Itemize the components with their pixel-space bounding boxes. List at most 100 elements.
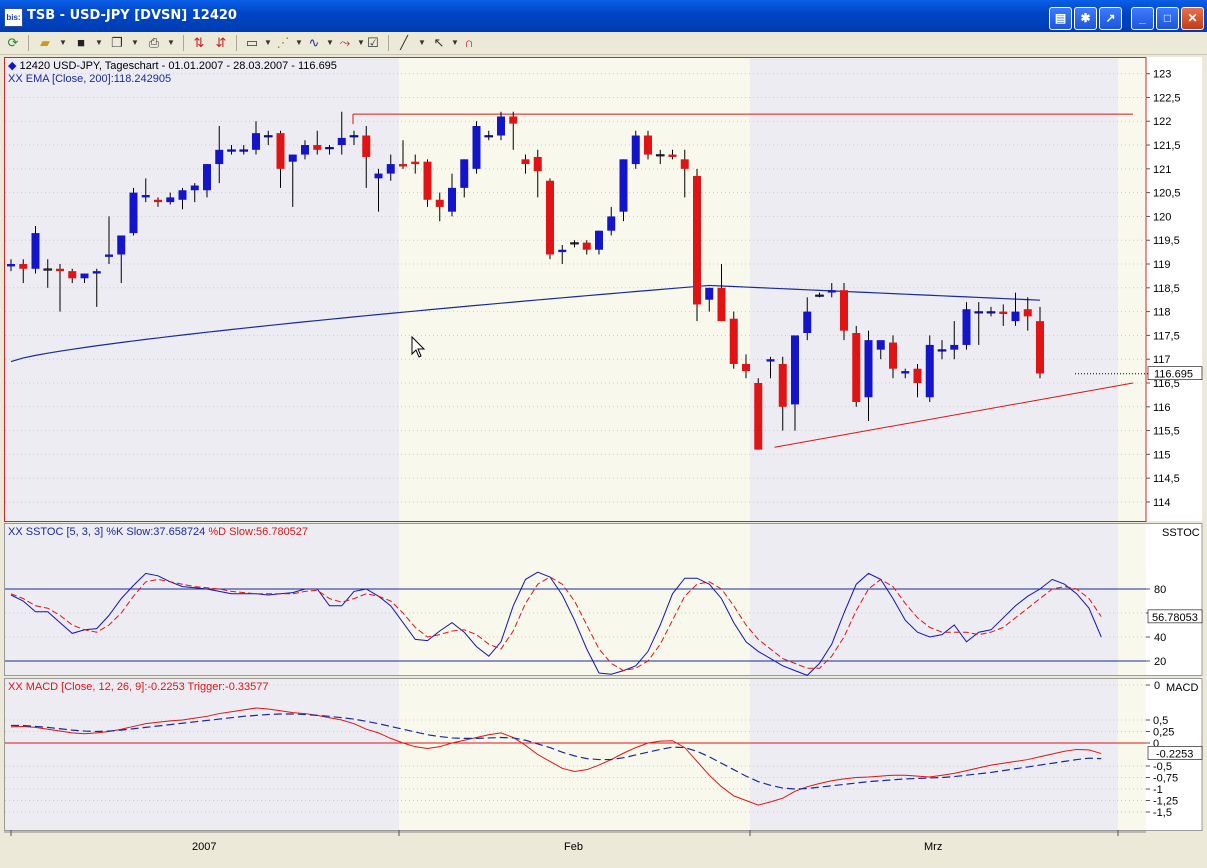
candle-up [937, 349, 947, 352]
sstoc-current-label: 56.78053 [1152, 612, 1198, 624]
candle-up [705, 287, 714, 300]
candle-up [43, 268, 53, 271]
candle-up [117, 235, 126, 255]
candle-down [852, 333, 861, 403]
candle-down [729, 318, 738, 364]
sstoc-tick-label: 40 [1154, 632, 1166, 644]
time-axis-background [4, 832, 1202, 854]
candle-up [7, 264, 15, 267]
candle-up [1011, 311, 1020, 322]
candle-up [252, 133, 260, 150]
candle-up [497, 116, 505, 136]
candle-down [754, 382, 763, 450]
candle-up [595, 230, 603, 250]
macd-legend: XX MACD [Close, 12, 26, 9]:-0.2253 Trigg… [8, 681, 269, 693]
candle-down [668, 154, 677, 157]
sstoc-axis-title: SSTOC [1162, 527, 1200, 539]
macd-tick-label: -1,25 [1153, 796, 1178, 808]
month-highlight [399, 678, 750, 830]
macd-current-label: -0.2253 [1156, 748, 1193, 760]
time-label: 2007 [192, 841, 216, 853]
price-tick-label: 114,5 [1153, 473, 1180, 485]
candle-down [644, 135, 652, 155]
macd-tick-label: -0,5 [1153, 761, 1172, 773]
price-tick-label: 121,5 [1153, 140, 1181, 152]
candle-down [1023, 309, 1032, 317]
price-legend-text: 12420 USD-JPY, Tageschart - 01.01.2007 -… [19, 60, 337, 72]
candle-up [974, 311, 984, 314]
sstoc-tick-label: 80 [1154, 584, 1166, 596]
candle-up [864, 340, 873, 398]
price-tick-label: 114 [1153, 497, 1171, 509]
candle-up [925, 344, 934, 398]
candle-up [986, 311, 996, 314]
month-highlight [399, 523, 750, 675]
candle-down [276, 133, 285, 169]
price-tick-label: 119,5 [1153, 235, 1180, 247]
time-label: Feb [564, 841, 583, 853]
price-tick-label: 122 [1153, 116, 1171, 128]
chart-canvas[interactable]: 123 122,5 122 121,5 121 120,5 120 119,5 119 118,5… [0, 0, 1207, 868]
candle-up [288, 154, 297, 162]
candle-up [901, 371, 910, 374]
price-tick-label: 120 [1153, 211, 1171, 223]
price-tick-label: 117 [1153, 354, 1171, 366]
candle-down [717, 287, 726, 322]
candle-up [92, 271, 101, 274]
candle-up [215, 149, 224, 165]
axis-background [1146, 523, 1202, 675]
candle-up [203, 164, 211, 191]
candle-down [423, 161, 432, 200]
candle-down [435, 199, 444, 207]
candle-down [362, 135, 371, 157]
candle-up [325, 147, 334, 150]
legend-marker-icon: ◆ [8, 60, 17, 72]
candle-up [484, 135, 494, 138]
candle-up [263, 135, 273, 138]
macd-tick-label: -1,5 [1153, 807, 1172, 819]
candle-up [791, 335, 799, 405]
candle-up [815, 294, 824, 297]
candle-down [533, 156, 542, 172]
price-tick-label: 117,5 [1153, 330, 1180, 342]
month-highlight [1118, 678, 1146, 830]
candle-up [141, 195, 150, 198]
price-tick-label: 121 [1153, 164, 1171, 176]
candle-up [129, 192, 138, 234]
candle-up [349, 135, 359, 138]
candle-up [178, 190, 187, 200]
candle-up [876, 340, 885, 350]
candle-down [840, 290, 848, 331]
candle-up [655, 154, 665, 157]
candle-up [607, 216, 616, 231]
candle-up [190, 185, 199, 191]
candle-up [803, 311, 812, 334]
candle-down [411, 161, 420, 165]
candle-up [631, 135, 640, 165]
macd-axis-title: MACD [1166, 682, 1198, 694]
candle-up [239, 149, 249, 152]
candle-up [619, 159, 628, 212]
candle-down [680, 159, 689, 169]
candle-up [460, 159, 469, 188]
candle-up [448, 187, 456, 212]
candle-down [509, 116, 518, 124]
macd-tick-label: -1 [1153, 784, 1163, 796]
candle-down [19, 264, 28, 269]
price-legend: ◆ 12420 USD-JPY, Tageschart - 01.01.2007… [8, 59, 337, 72]
candle-up [105, 254, 113, 257]
candle-up [558, 249, 567, 253]
candle-up [962, 309, 971, 345]
candle-up [301, 145, 309, 155]
candle-up [472, 126, 481, 169]
price-tick-label: 120,5 [1153, 188, 1181, 200]
ema-legend: XX EMA [Close, 200]:118.242905 [8, 73, 172, 85]
price-tick-label: 118 [1153, 307, 1171, 319]
sstoc-tick-label: 0 [1154, 680, 1160, 692]
candle-down [1036, 321, 1044, 374]
price-tick-label: 118,5 [1153, 283, 1180, 295]
candle-down [154, 199, 162, 203]
price-tick-label: 123 [1153, 69, 1171, 81]
candle-down [742, 363, 750, 372]
month-highlight [1118, 57, 1146, 521]
